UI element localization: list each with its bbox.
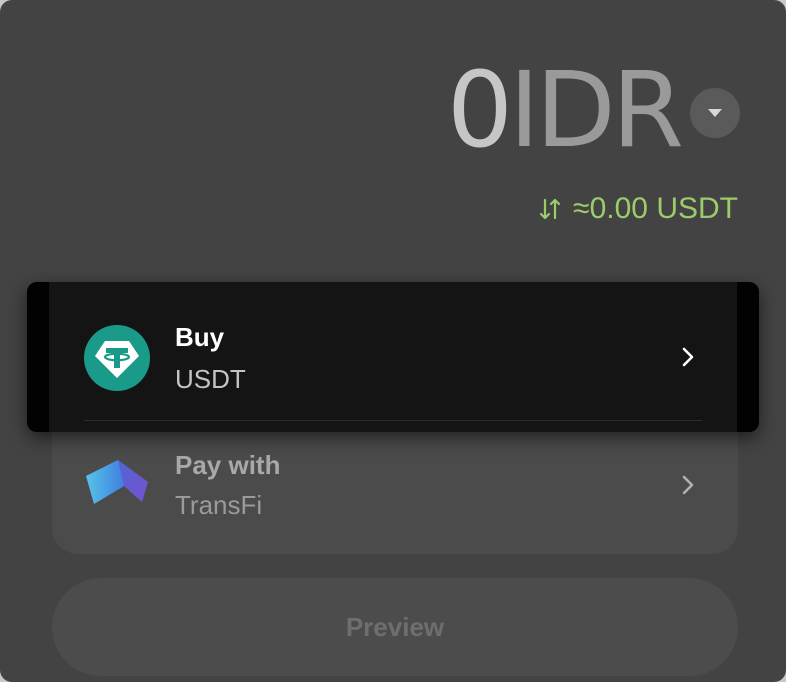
currency-dropdown-button[interactable] bbox=[690, 88, 740, 138]
card-edge-left bbox=[27, 282, 49, 432]
buy-label: Buy bbox=[175, 322, 225, 352]
transfi-logo-icon bbox=[84, 450, 150, 516]
conversion-row: ≈0.00 USDT bbox=[537, 192, 738, 226]
amount-display[interactable]: 0IDR bbox=[446, 49, 684, 171]
buy-asset-row[interactable]: Buy USDT bbox=[27, 282, 759, 432]
card-edge-right bbox=[737, 282, 759, 432]
amount-value: 0 bbox=[446, 49, 513, 171]
tether-icon bbox=[84, 325, 150, 391]
divider bbox=[84, 420, 702, 421]
pay-with-row[interactable]: Pay with TransFi bbox=[52, 424, 738, 544]
buy-panel: 0IDR ≈0.00 USDT Pay with TransFi Buy USD… bbox=[0, 0, 786, 682]
swap-arrows-icon[interactable] bbox=[537, 196, 563, 222]
chevron-right-icon bbox=[682, 347, 694, 367]
provider-name: TransFi bbox=[175, 490, 263, 520]
asset-name: USDT bbox=[175, 364, 246, 394]
amount-row: 0IDR bbox=[447, 50, 740, 170]
caret-down-icon bbox=[708, 109, 722, 117]
pay-with-label: Pay with bbox=[175, 450, 281, 480]
preview-button[interactable]: Preview bbox=[52, 578, 738, 676]
conversion-text: ≈0.00 USDT bbox=[573, 192, 738, 225]
amount-currency: IDR bbox=[508, 49, 684, 171]
chevron-right-icon bbox=[682, 475, 694, 495]
